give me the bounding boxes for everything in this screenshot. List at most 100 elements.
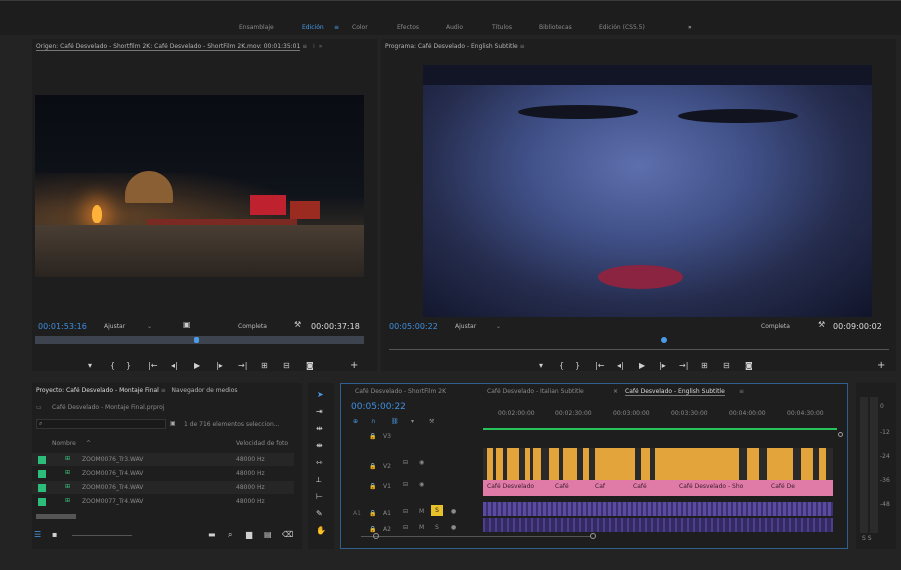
horizontal-scrollbar[interactable] xyxy=(36,514,76,519)
go-to-in-button[interactable]: |← xyxy=(148,362,157,370)
new-item-icon[interactable]: ▤ xyxy=(264,531,272,539)
zoom-handle-left[interactable] xyxy=(373,533,379,539)
track-output-icon[interactable]: ⊟ xyxy=(403,508,408,515)
workspace-tab-2[interactable]: Color xyxy=(352,24,368,31)
source-patch-a1[interactable]: A1 xyxy=(353,510,361,517)
program-button-editor-icon[interactable]: + xyxy=(877,361,885,371)
source-timecode[interactable]: 00:01:53:16 xyxy=(38,322,87,331)
track-label-v1[interactable]: V1 xyxy=(383,483,391,490)
list-view-icon[interactable]: ☰ xyxy=(34,531,41,539)
lock-icon[interactable]: 🔒 xyxy=(369,483,376,490)
program-timecode[interactable]: 00:05:00:22 xyxy=(389,322,438,331)
project-row[interactable]: ⊞ ZOOM0076_Tr4.WAV 48000 Hz xyxy=(32,481,294,494)
wrench-icon[interactable]: ⚒ xyxy=(294,320,301,329)
more-workspaces-icon[interactable]: » xyxy=(688,24,692,31)
step-forward-button[interactable]: |▸ xyxy=(216,362,223,370)
program-playhead[interactable] xyxy=(661,337,667,343)
lock-icon[interactable]: 🔒 xyxy=(369,433,376,440)
timeline-tab-0[interactable]: Café Desvelado - ShortFilm 2K xyxy=(355,388,446,395)
new-bin-button-icon[interactable]: ▆ xyxy=(246,531,252,539)
eye-icon[interactable]: ◉ xyxy=(419,481,424,488)
timeline-zoom-scrollbar[interactable] xyxy=(361,536,591,537)
rate-stretch-tool-icon[interactable]: ⇿ xyxy=(316,459,323,467)
button-editor-icon[interactable]: + xyxy=(350,361,358,371)
source-fit-select[interactable]: Ajustar xyxy=(104,323,125,330)
project-row[interactable]: ⊞ ZOOM0076_Tr4.WAV 48000 Hz xyxy=(32,467,294,480)
source-quality-select[interactable]: Completa xyxy=(238,323,267,330)
lift-button[interactable]: ⊞ xyxy=(701,362,708,370)
mark-in-button[interactable]: { xyxy=(110,362,115,370)
workspace-tab-6[interactable]: Bibliotecas xyxy=(539,24,572,31)
timeline-menu-icon[interactable]: ≡ xyxy=(739,388,744,395)
track-scroll-handle[interactable] xyxy=(838,432,843,437)
track-select-tool-icon[interactable]: ⇥ xyxy=(316,408,323,416)
subtitle-clip[interactable] xyxy=(525,448,530,480)
rate-column-header[interactable]: Velocidad de foto xyxy=(236,440,288,447)
subtitle-clip[interactable] xyxy=(819,448,826,480)
subtitle-clip[interactable] xyxy=(507,448,519,480)
pen-tool-icon[interactable]: ✎ xyxy=(316,510,323,518)
program-fit-select[interactable]: Ajustar xyxy=(455,323,476,330)
trash-icon[interactable]: ⌫ xyxy=(282,531,293,539)
mic-icon[interactable]: ● xyxy=(451,524,456,531)
sort-asc-icon[interactable]: ^ xyxy=(86,440,91,447)
subtitle-clip[interactable] xyxy=(747,448,759,480)
lock-icon[interactable]: 🔒 xyxy=(369,463,376,470)
track-output-icon[interactable]: ⊟ xyxy=(403,524,408,531)
mic-icon[interactable]: ● xyxy=(451,508,456,515)
rolling-edit-tool-icon[interactable]: ⇼ xyxy=(316,442,323,450)
eye-icon[interactable]: ◉ xyxy=(419,459,424,466)
video-clip-label[interactable]: Café xyxy=(555,483,569,490)
subtitle-clip[interactable] xyxy=(583,448,589,480)
subtitle-clip[interactable] xyxy=(533,448,541,480)
mute-icon[interactable]: M xyxy=(419,508,424,515)
timeline-tab-1[interactable]: Café Desvelado - Italian Subtitle xyxy=(487,388,584,395)
track-output-icon[interactable]: ⊟ xyxy=(403,481,408,488)
extract-button[interactable]: ⊟ xyxy=(723,362,730,370)
program-fit-chevron-icon[interactable]: ⌄ xyxy=(496,323,501,330)
icon-view-icon[interactable]: ▪ xyxy=(52,531,57,539)
find-icon[interactable]: ⌕ xyxy=(228,531,232,539)
workspace-tab-5[interactable]: Títulos xyxy=(492,24,512,31)
settings-icon[interactable]: ▣ xyxy=(183,320,191,329)
workspace-tab-0[interactable]: Ensamblaje xyxy=(239,24,274,31)
video-clip-label[interactable]: Café Desvelado xyxy=(487,483,534,490)
program-add-marker-button[interactable]: ▾ xyxy=(539,362,543,370)
subtitle-clip[interactable] xyxy=(595,448,635,480)
workspace-tab-4[interactable]: Audio xyxy=(446,24,463,31)
track-output-icon[interactable]: ⊟ xyxy=(403,459,408,466)
insert-button[interactable]: ⊞ xyxy=(261,362,268,370)
add-marker-icon[interactable]: ▾ xyxy=(411,418,414,425)
snap-icon[interactable]: ∩ xyxy=(371,418,375,425)
video-clip-label[interactable]: Café xyxy=(633,483,647,490)
video-clip-label[interactable]: Café Desvelado - Sho xyxy=(679,483,743,490)
program-monitor-title[interactable]: Programa: Café Desvelado - English Subti… xyxy=(385,43,518,50)
timeline-timecode[interactable]: 00:05:00:22 xyxy=(351,402,406,412)
program-mark-in-button[interactable]: { xyxy=(559,362,564,370)
solo-button[interactable]: S xyxy=(431,505,443,516)
source-playhead[interactable] xyxy=(194,337,199,343)
new-bin-icon[interactable]: ▣ xyxy=(170,420,176,427)
video-clip-label[interactable]: Café De xyxy=(771,483,795,490)
slip-tool-icon[interactable]: ⊢ xyxy=(316,493,323,501)
add-marker-button[interactable]: ▾ xyxy=(88,362,92,370)
program-wrench-icon[interactable]: ⚒ xyxy=(818,320,825,329)
media-browser-tab[interactable]: Navegador de medios xyxy=(172,387,238,394)
automate-to-sequence-icon[interactable]: ▬ xyxy=(208,531,216,539)
track-label-a2[interactable]: A2 xyxy=(383,526,391,533)
solo-icon[interactable]: S xyxy=(435,524,439,531)
close-tab-icon[interactable]: × xyxy=(613,388,618,395)
subtitle-clip[interactable] xyxy=(563,448,577,480)
subtitle-clip[interactable] xyxy=(767,448,793,480)
hand-tool-icon[interactable]: ✋ xyxy=(316,527,326,535)
a1-track-clips[interactable] xyxy=(483,502,833,516)
ripple-edit-tool-icon[interactable]: ⇹ xyxy=(316,425,323,433)
mark-out-button[interactable]: } xyxy=(126,362,131,370)
step-back-button[interactable]: ◂| xyxy=(171,362,178,370)
name-column-header[interactable]: Nombre xyxy=(52,440,76,447)
play-button[interactable]: ▶ xyxy=(194,362,200,370)
project-tab[interactable]: Proyecto: Café Desvelado - Montaje Final xyxy=(36,387,159,394)
program-play-button[interactable]: ▶ xyxy=(639,362,645,370)
subtitle-clip[interactable] xyxy=(549,448,559,480)
subtitle-clip[interactable] xyxy=(801,448,813,480)
